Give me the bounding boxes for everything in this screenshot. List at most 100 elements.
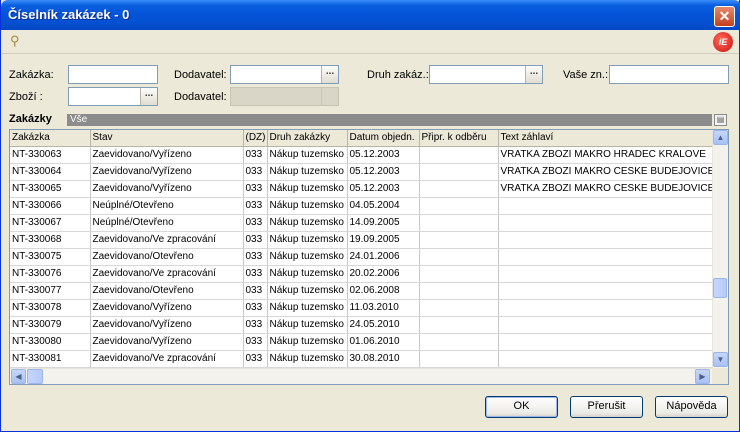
cell-stav: Zaevidovano/Vyřízeno xyxy=(90,180,244,198)
scroll-up-button[interactable]: ▲ xyxy=(713,130,728,145)
grid-filter-bar[interactable]: Vše xyxy=(67,114,712,126)
cell-datum: 05.12.2003 xyxy=(347,180,420,198)
zbozi-field[interactable]: ... xyxy=(68,87,158,106)
table-row[interactable]: NT-330063 Zaevidovano/Vyřízeno 033 Nákup tu… xyxy=(10,146,716,164)
title-bar[interactable]: Číselník zakázek - 0 ✕ xyxy=(1,0,740,30)
ok-button[interactable]: OK xyxy=(485,396,558,418)
table-row[interactable]: NT-330077 Zaevidovano/Otevřeno 033 Nákup tu… xyxy=(10,282,716,300)
cell-pripr xyxy=(419,350,499,368)
scroll-corner xyxy=(712,368,728,384)
table-row[interactable]: NT-330076 Zaevidovano/Ve zpracování 033 Nák… xyxy=(10,265,716,283)
cell-stav: Zaevidovano/Ve zpracování xyxy=(90,350,244,368)
druh-browse-button[interactable]: ... xyxy=(525,66,542,83)
cell-text xyxy=(498,316,716,334)
cell-datum: 30.08.2010 xyxy=(347,350,420,368)
cell-dz: 033 xyxy=(243,282,268,300)
vertical-scrollbar[interactable]: ▲ ▼ xyxy=(712,130,728,368)
cell-zakazka: NT-330068 xyxy=(10,231,91,249)
dialog-window: Číselník zakázek - 0 ✕ ⚲ iE Zakázka: Dod… xyxy=(0,0,740,432)
horizontal-scroll-thumb[interactable] xyxy=(27,369,43,384)
cell-text: VRATKA ZBOZI MAKRO CESKE BUDEJOVICE xyxy=(498,163,716,181)
cell-dz: 033 xyxy=(243,333,268,351)
cancel-button[interactable]: Přerušit xyxy=(570,396,643,418)
cell-pripr xyxy=(419,180,499,198)
table-row[interactable]: NT-330081 Zaevidovano/Ve zpracování 033 Nák… xyxy=(10,350,716,368)
cell-zakazka: NT-330078 xyxy=(10,299,91,317)
zbozi-browse-button[interactable]: ... xyxy=(140,88,157,105)
dodavatel-field[interactable]: ... xyxy=(230,65,339,84)
cell-pripr xyxy=(419,316,499,334)
search-icon[interactable]: ⚲ xyxy=(10,33,26,49)
table-row[interactable]: NT-330064 Zaevidovano/Vyřízeno 033 Nákup tu… xyxy=(10,163,716,181)
column-header-text[interactable]: Text záhlaví xyxy=(498,130,716,147)
table-row[interactable]: NT-330066 Neúplné/Otevřeno 033 Nákup tuzems… xyxy=(10,197,716,215)
scroll-down-button[interactable]: ▼ xyxy=(713,352,728,367)
orders-table: Zakázka Stav (DZ) Druh zakázky Datum obj… xyxy=(10,130,716,368)
vase-zn-field[interactable] xyxy=(609,65,729,84)
column-header-pripr[interactable]: Připr. k odběru xyxy=(419,130,499,147)
dodavatel2-field xyxy=(230,87,339,106)
app-logo-icon: iE xyxy=(713,32,733,52)
cell-pripr xyxy=(419,248,499,266)
table-row[interactable]: NT-330079 Zaevidovano/Vyřízeno 033 Nákup tu… xyxy=(10,316,716,334)
column-header-dz[interactable]: (DZ) xyxy=(243,130,268,147)
cell-text xyxy=(498,248,716,266)
help-button[interactable]: Nápověda xyxy=(655,396,728,418)
dodavatel-browse-button[interactable]: ... xyxy=(321,66,338,83)
orders-grid[interactable]: Zakázka Stav (DZ) Druh zakázky Datum obj… xyxy=(9,129,729,385)
table-row[interactable]: NT-330067 Neúplné/Otevřeno 033 Nákup tuzems… xyxy=(10,214,716,232)
cell-datum: 20.02.2006 xyxy=(347,265,420,283)
cell-datum: 04.05.2004 xyxy=(347,197,420,215)
cell-zakazka: NT-330063 xyxy=(10,146,91,164)
cell-stav: Zaevidovano/Vyřízeno xyxy=(90,299,244,317)
cell-druh: Nákup tuzemsko xyxy=(267,197,348,215)
cell-text xyxy=(498,265,716,283)
cell-stav: Zaevidovano/Otevřeno xyxy=(90,282,244,300)
cell-druh: Nákup tuzemsko xyxy=(267,231,348,249)
cell-stav: Zaevidovano/Ve zpracování xyxy=(90,265,244,283)
cell-dz: 033 xyxy=(243,316,268,334)
cell-text xyxy=(498,214,716,232)
column-header-stav[interactable]: Stav xyxy=(90,130,244,147)
scroll-left-button[interactable]: ◀ xyxy=(11,369,26,384)
scroll-right-button[interactable]: ▶ xyxy=(695,369,710,384)
column-header-zakazka[interactable]: Zakázka xyxy=(10,130,91,147)
cell-text xyxy=(498,282,716,300)
cell-dz: 033 xyxy=(243,163,268,181)
vertical-scroll-thumb[interactable] xyxy=(713,278,727,298)
cell-dz: 033 xyxy=(243,248,268,266)
column-header-datum[interactable]: Datum objedn. xyxy=(347,130,420,147)
cell-druh: Nákup tuzemsko xyxy=(267,214,348,232)
cell-druh: Nákup tuzemsko xyxy=(267,248,348,266)
cell-text xyxy=(498,299,716,317)
horizontal-scrollbar[interactable]: ◀ ▶ xyxy=(10,368,712,384)
table-row[interactable]: NT-330078 Zaevidovano/Vyřízeno 033 Nákup tu… xyxy=(10,299,716,317)
cell-druh: Nákup tuzemsko xyxy=(267,163,348,181)
dodavatel-label: Dodavatel: xyxy=(174,69,227,81)
zakazka-field[interactable] xyxy=(68,65,158,84)
cell-zakazka: NT-330066 xyxy=(10,197,91,215)
cell-datum: 05.12.2003 xyxy=(347,163,420,181)
grid-options-icon[interactable]: ▤ xyxy=(714,114,727,126)
cell-stav: Zaevidovano/Ve zpracování xyxy=(90,231,244,249)
zbozi-label: Zboží : xyxy=(9,91,43,103)
cell-text xyxy=(498,350,716,368)
close-icon[interactable]: ✕ xyxy=(714,6,735,27)
column-header-druh[interactable]: Druh zakázky xyxy=(267,130,348,147)
cell-stav: Zaevidovano/Otevřeno xyxy=(90,248,244,266)
table-row[interactable]: NT-330075 Zaevidovano/Otevřeno 033 Nákup tu… xyxy=(10,248,716,266)
cell-stav: Neúplné/Otevřeno xyxy=(90,214,244,232)
cell-datum: 11.03.2010 xyxy=(347,299,420,317)
cell-stav: Zaevidovano/Vyřízeno xyxy=(90,146,244,164)
cell-dz: 033 xyxy=(243,180,268,198)
table-row[interactable]: NT-330080 Zaevidovano/Vyřízeno 033 Nákup tu… xyxy=(10,333,716,351)
cell-zakazka: NT-330076 xyxy=(10,265,91,283)
cell-text: VRATKA ZBOZI MAKRO CESKE BUDEJOVICE xyxy=(498,180,716,198)
cell-dz: 033 xyxy=(243,265,268,283)
druh-label: Druh zakáz.: xyxy=(367,69,429,81)
druh-field[interactable]: ... xyxy=(429,65,543,84)
table-row[interactable]: NT-330068 Zaevidovano/Ve zpracování 033 Nák… xyxy=(10,231,716,249)
cell-druh: Nákup tuzemsko xyxy=(267,146,348,164)
cell-pripr xyxy=(419,282,499,300)
table-row[interactable]: NT-330065 Zaevidovano/Vyřízeno 033 Nákup tu… xyxy=(10,180,716,198)
